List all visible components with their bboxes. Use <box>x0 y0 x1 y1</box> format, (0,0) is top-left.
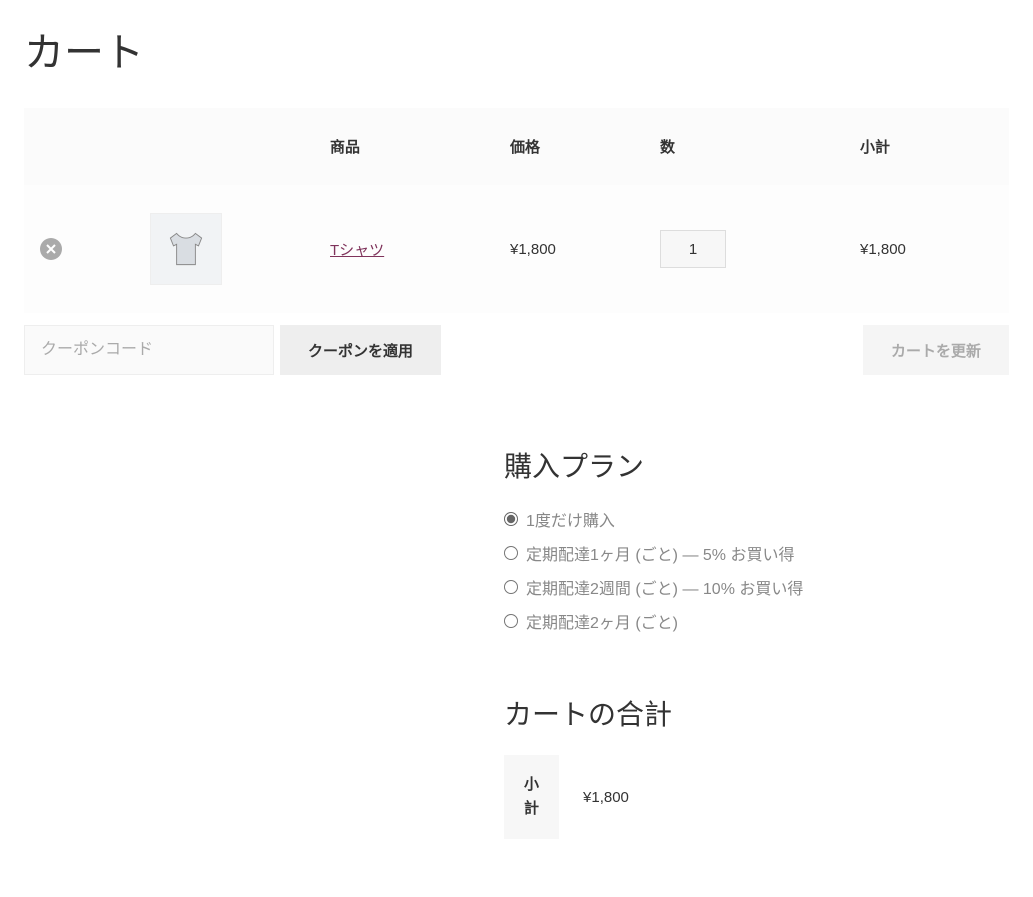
cart-actions-bar: クーポンを適用 カートを更新 <box>24 325 1009 375</box>
plan-option[interactable]: 定期配達2ヶ月 (ごと) <box>504 609 1009 633</box>
col-price-header: 価格 <box>494 108 644 185</box>
apply-coupon-button[interactable]: クーポンを適用 <box>280 325 441 375</box>
item-price: ¥1,800 <box>494 185 644 313</box>
plan-radio[interactable] <box>504 614 518 628</box>
plan-radio[interactable] <box>504 546 518 560</box>
remove-item-button[interactable] <box>40 238 62 260</box>
product-link[interactable]: Tシャツ <box>330 242 384 259</box>
coupon-input[interactable] <box>24 325 274 375</box>
update-cart-button[interactable]: カートを更新 <box>863 325 1009 375</box>
cart-totals-title: カートの合計 <box>504 693 1009 733</box>
cart-totals-table: 小計 ¥1,800 <box>504 755 653 839</box>
col-remove-header <box>24 108 134 185</box>
quantity-input[interactable] <box>660 230 726 268</box>
purchase-plan-list: 1度だけ購入 定期配達1ヶ月 (ごと) — 5% お買い得 定期配達2週間 (ご… <box>504 507 1009 633</box>
purchase-plan-title: 購入プラン <box>504 445 1009 485</box>
col-product-header: 商品 <box>314 108 494 185</box>
col-qty-header: 数 <box>644 108 844 185</box>
plan-label: 定期配達1ヶ月 (ごと) — 5% お買い得 <box>526 541 794 565</box>
col-subtotal-header: 小計 <box>844 108 1009 185</box>
cart-table: 商品 価格 数 小計 Tシャツ ¥1,800 <box>24 108 1009 375</box>
product-thumbnail[interactable] <box>150 213 222 285</box>
col-thumb-header <box>134 108 314 185</box>
plan-option[interactable]: 定期配達2週間 (ごと) — 10% お買い得 <box>504 575 1009 599</box>
plan-label: 定期配達2ヶ月 (ごと) <box>526 609 678 633</box>
table-row: Tシャツ ¥1,800 ¥1,800 <box>24 185 1009 313</box>
plan-label: 定期配達2週間 (ごと) — 10% お買い得 <box>526 575 803 599</box>
item-subtotal: ¥1,800 <box>844 185 1009 313</box>
plan-radio[interactable] <box>504 580 518 594</box>
tshirt-icon <box>161 224 211 274</box>
totals-value: ¥1,800 <box>559 755 653 839</box>
plan-radio[interactable] <box>504 512 518 526</box>
totals-row: 小計 ¥1,800 <box>504 755 653 839</box>
plan-option[interactable]: 定期配達1ヶ月 (ごと) — 5% お買い得 <box>504 541 1009 565</box>
totals-label: 小計 <box>504 755 559 839</box>
close-icon <box>46 244 56 254</box>
page-title: カート <box>24 20 1009 78</box>
plan-option[interactable]: 1度だけ購入 <box>504 507 1009 531</box>
plan-label: 1度だけ購入 <box>526 507 615 531</box>
